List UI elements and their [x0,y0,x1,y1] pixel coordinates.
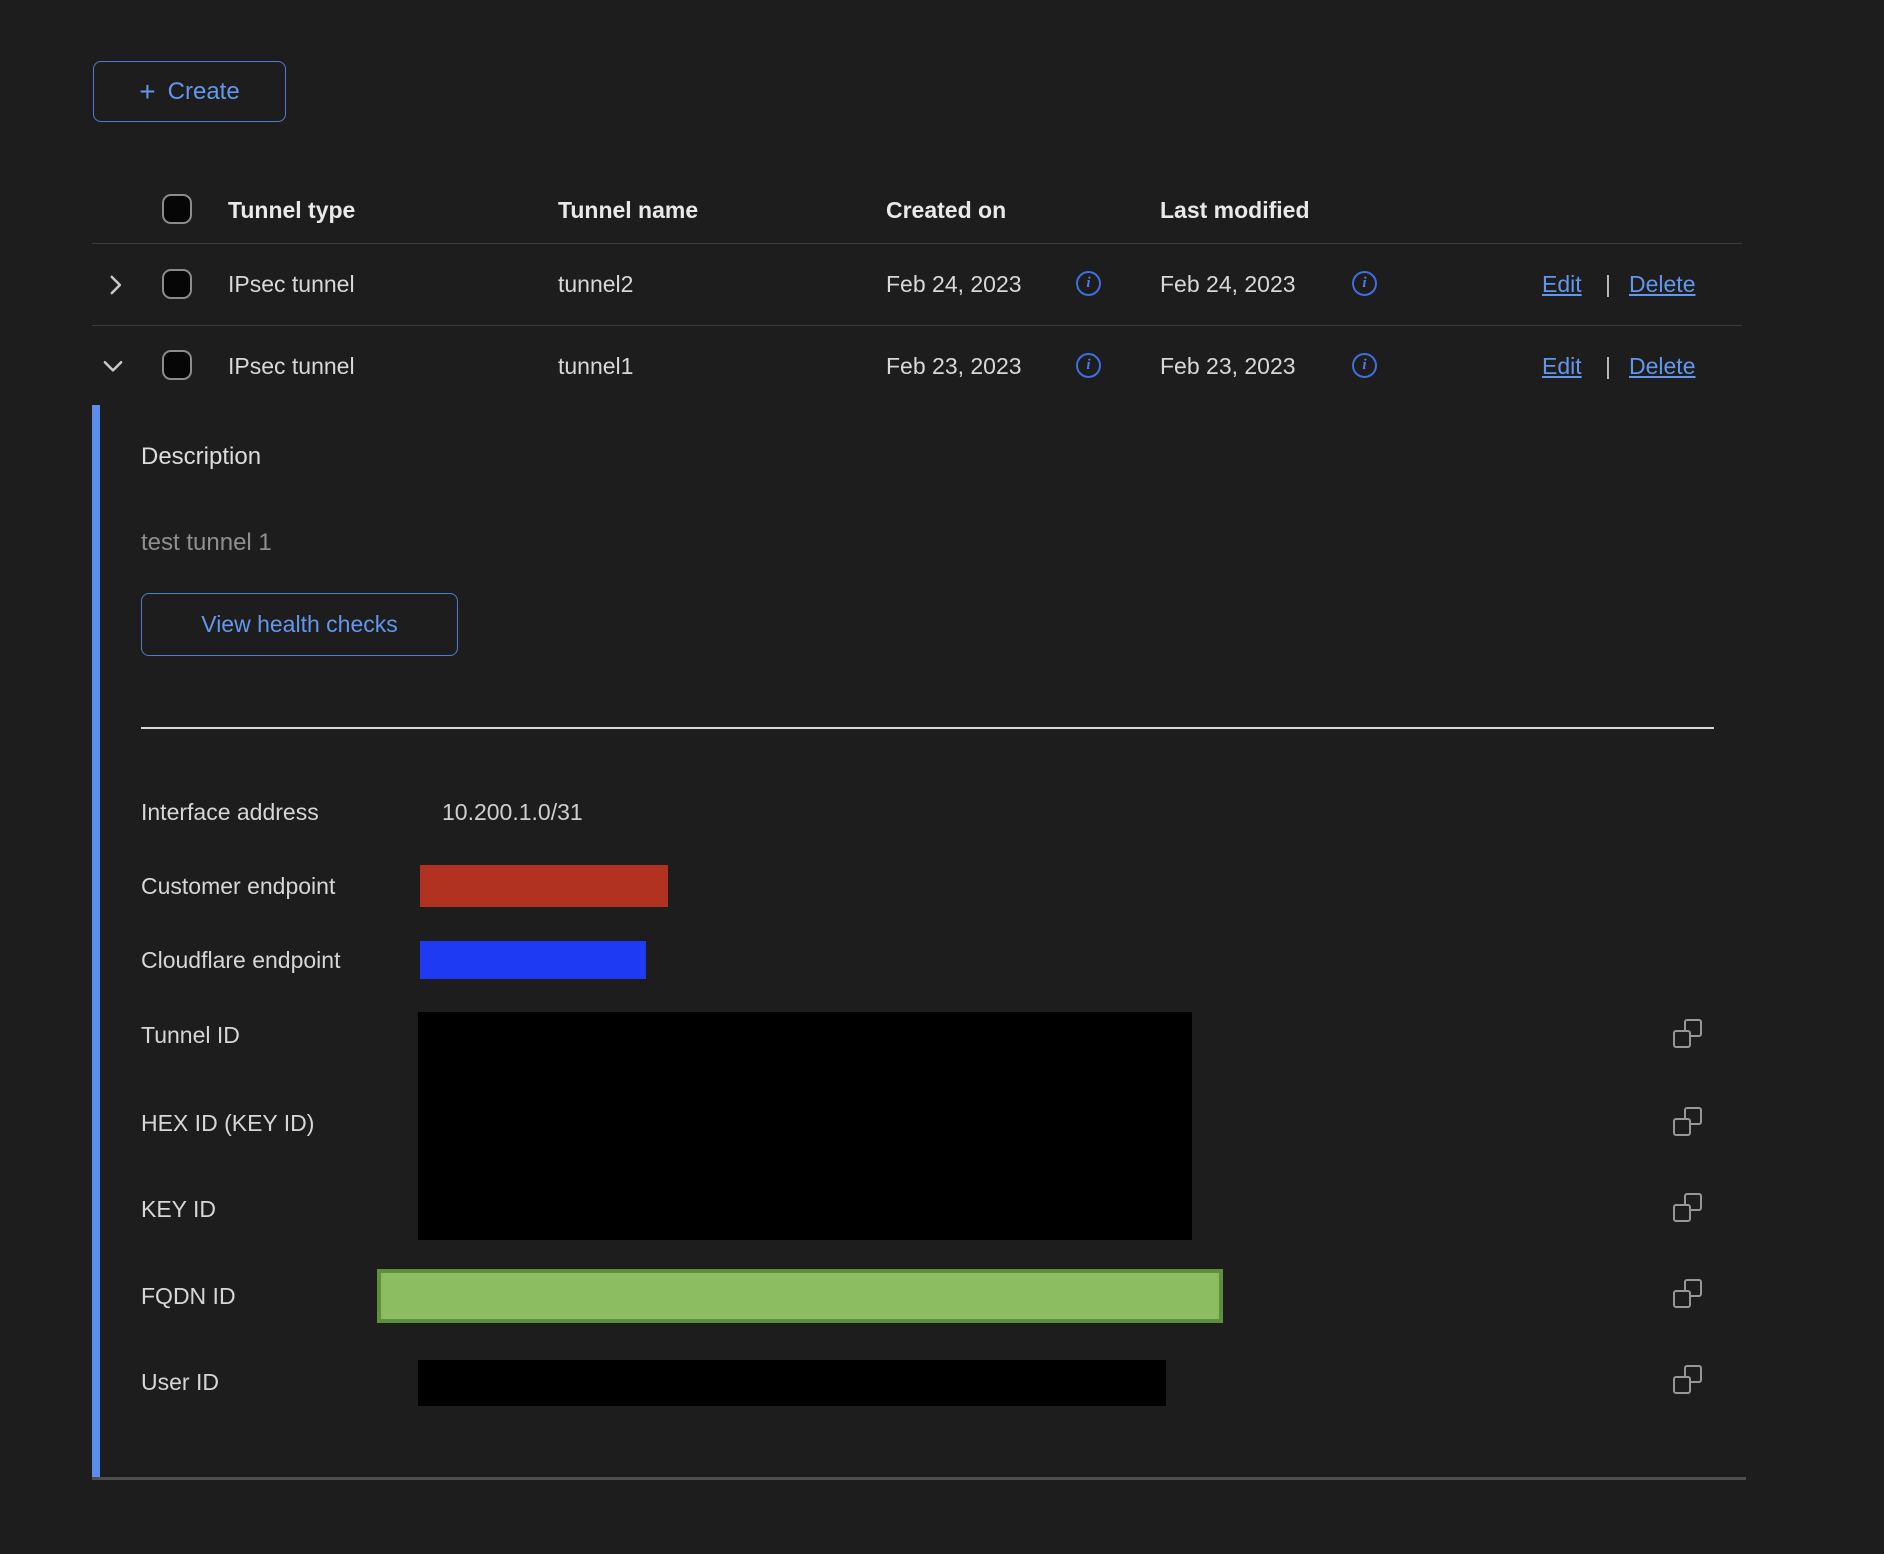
action-separator: | [1605,269,1611,299]
view-health-checks-button[interactable]: View health checks [141,593,458,656]
tunnels-page: + Create Tunnel type Tunnel name Created… [0,0,1884,1554]
created-on-cell: Feb 23, 2023 [886,351,1022,381]
select-all-checkbox[interactable] [162,194,192,224]
last-modified-cell: Feb 23, 2023 [1160,351,1296,381]
edit-link[interactable]: Edit [1542,269,1582,299]
copy-icon[interactable] [1672,1019,1702,1049]
copy-icon-front [1673,1290,1691,1308]
field-label-fqdn-id: FQDN ID [141,1281,236,1311]
copy-icon-front [1673,1376,1691,1394]
table-row-tunnel1: IPsec tunnel tunnel1 Feb 23, 2023 i Feb … [0,325,1884,405]
field-label-cloudflare-endpoint: Cloudflare endpoint [141,945,340,975]
description-value: test tunnel 1 [141,529,272,557]
field-value-interface-address: 10.200.1.0/31 [442,797,583,827]
last-modified-cell: Feb 24, 2023 [1160,269,1296,299]
description-label: Description [141,443,261,471]
redaction-box-fqdn-id [377,1269,1223,1323]
column-header-tunnel-type: Tunnel type [228,195,355,225]
field-label-user-id: User ID [141,1367,219,1397]
create-button[interactable]: + Create [93,61,286,122]
copy-icon-front [1673,1204,1691,1222]
field-label-hex-id: HEX ID (KEY ID) [141,1108,314,1138]
redaction-box-customer-endpoint [420,865,668,907]
info-icon[interactable]: i [1076,353,1101,378]
field-label-interface-address: Interface address [141,797,319,827]
copy-icon[interactable] [1672,1365,1702,1395]
field-label-tunnel-id: Tunnel ID [141,1020,240,1050]
edit-link[interactable]: Edit [1542,351,1582,381]
field-label-customer-endpoint: Customer endpoint [141,871,335,901]
chevron-right-icon[interactable] [102,272,128,298]
copy-icon[interactable] [1672,1107,1702,1137]
column-header-last-modified: Last modified [1160,195,1310,225]
copy-icon-front [1673,1118,1691,1136]
row-checkbox[interactable] [162,269,192,299]
column-header-tunnel-name: Tunnel name [558,195,698,225]
section-divider [141,727,1714,729]
table-header: Tunnel type Tunnel name Created on Last … [0,175,1884,243]
row-checkbox[interactable] [162,350,192,380]
tunnel-type-cell: IPsec tunnel [228,351,355,381]
tunnel-name-cell: tunnel1 [558,351,633,381]
tunnel-name-cell: tunnel2 [558,269,633,299]
plus-icon: + [139,78,155,106]
info-icon[interactable]: i [1352,271,1377,296]
info-icon[interactable]: i [1352,353,1377,378]
tunnel-type-cell: IPsec tunnel [228,269,355,299]
create-button-label: Create [168,78,240,106]
copy-icon[interactable] [1672,1193,1702,1223]
redaction-box-cloudflare-endpoint [420,941,646,979]
delete-link[interactable]: Delete [1629,269,1695,299]
bottom-divider [92,1477,1746,1480]
column-header-created-on: Created on [886,195,1006,225]
redaction-box-user-id [418,1360,1166,1406]
delete-link[interactable]: Delete [1629,351,1695,381]
action-separator: | [1605,351,1611,381]
redaction-box-ids [418,1012,1192,1240]
field-label-key-id: KEY ID [141,1194,216,1224]
tunnel-detail-panel: Description test tunnel 1 View health ch… [92,405,1742,1478]
created-on-cell: Feb 24, 2023 [886,269,1022,299]
copy-icon-front [1673,1030,1691,1048]
chevron-down-icon[interactable] [100,353,126,379]
info-icon[interactable]: i [1076,271,1101,296]
copy-icon[interactable] [1672,1279,1702,1309]
table-row-tunnel2: IPsec tunnel tunnel2 Feb 24, 2023 i Feb … [0,243,1884,325]
